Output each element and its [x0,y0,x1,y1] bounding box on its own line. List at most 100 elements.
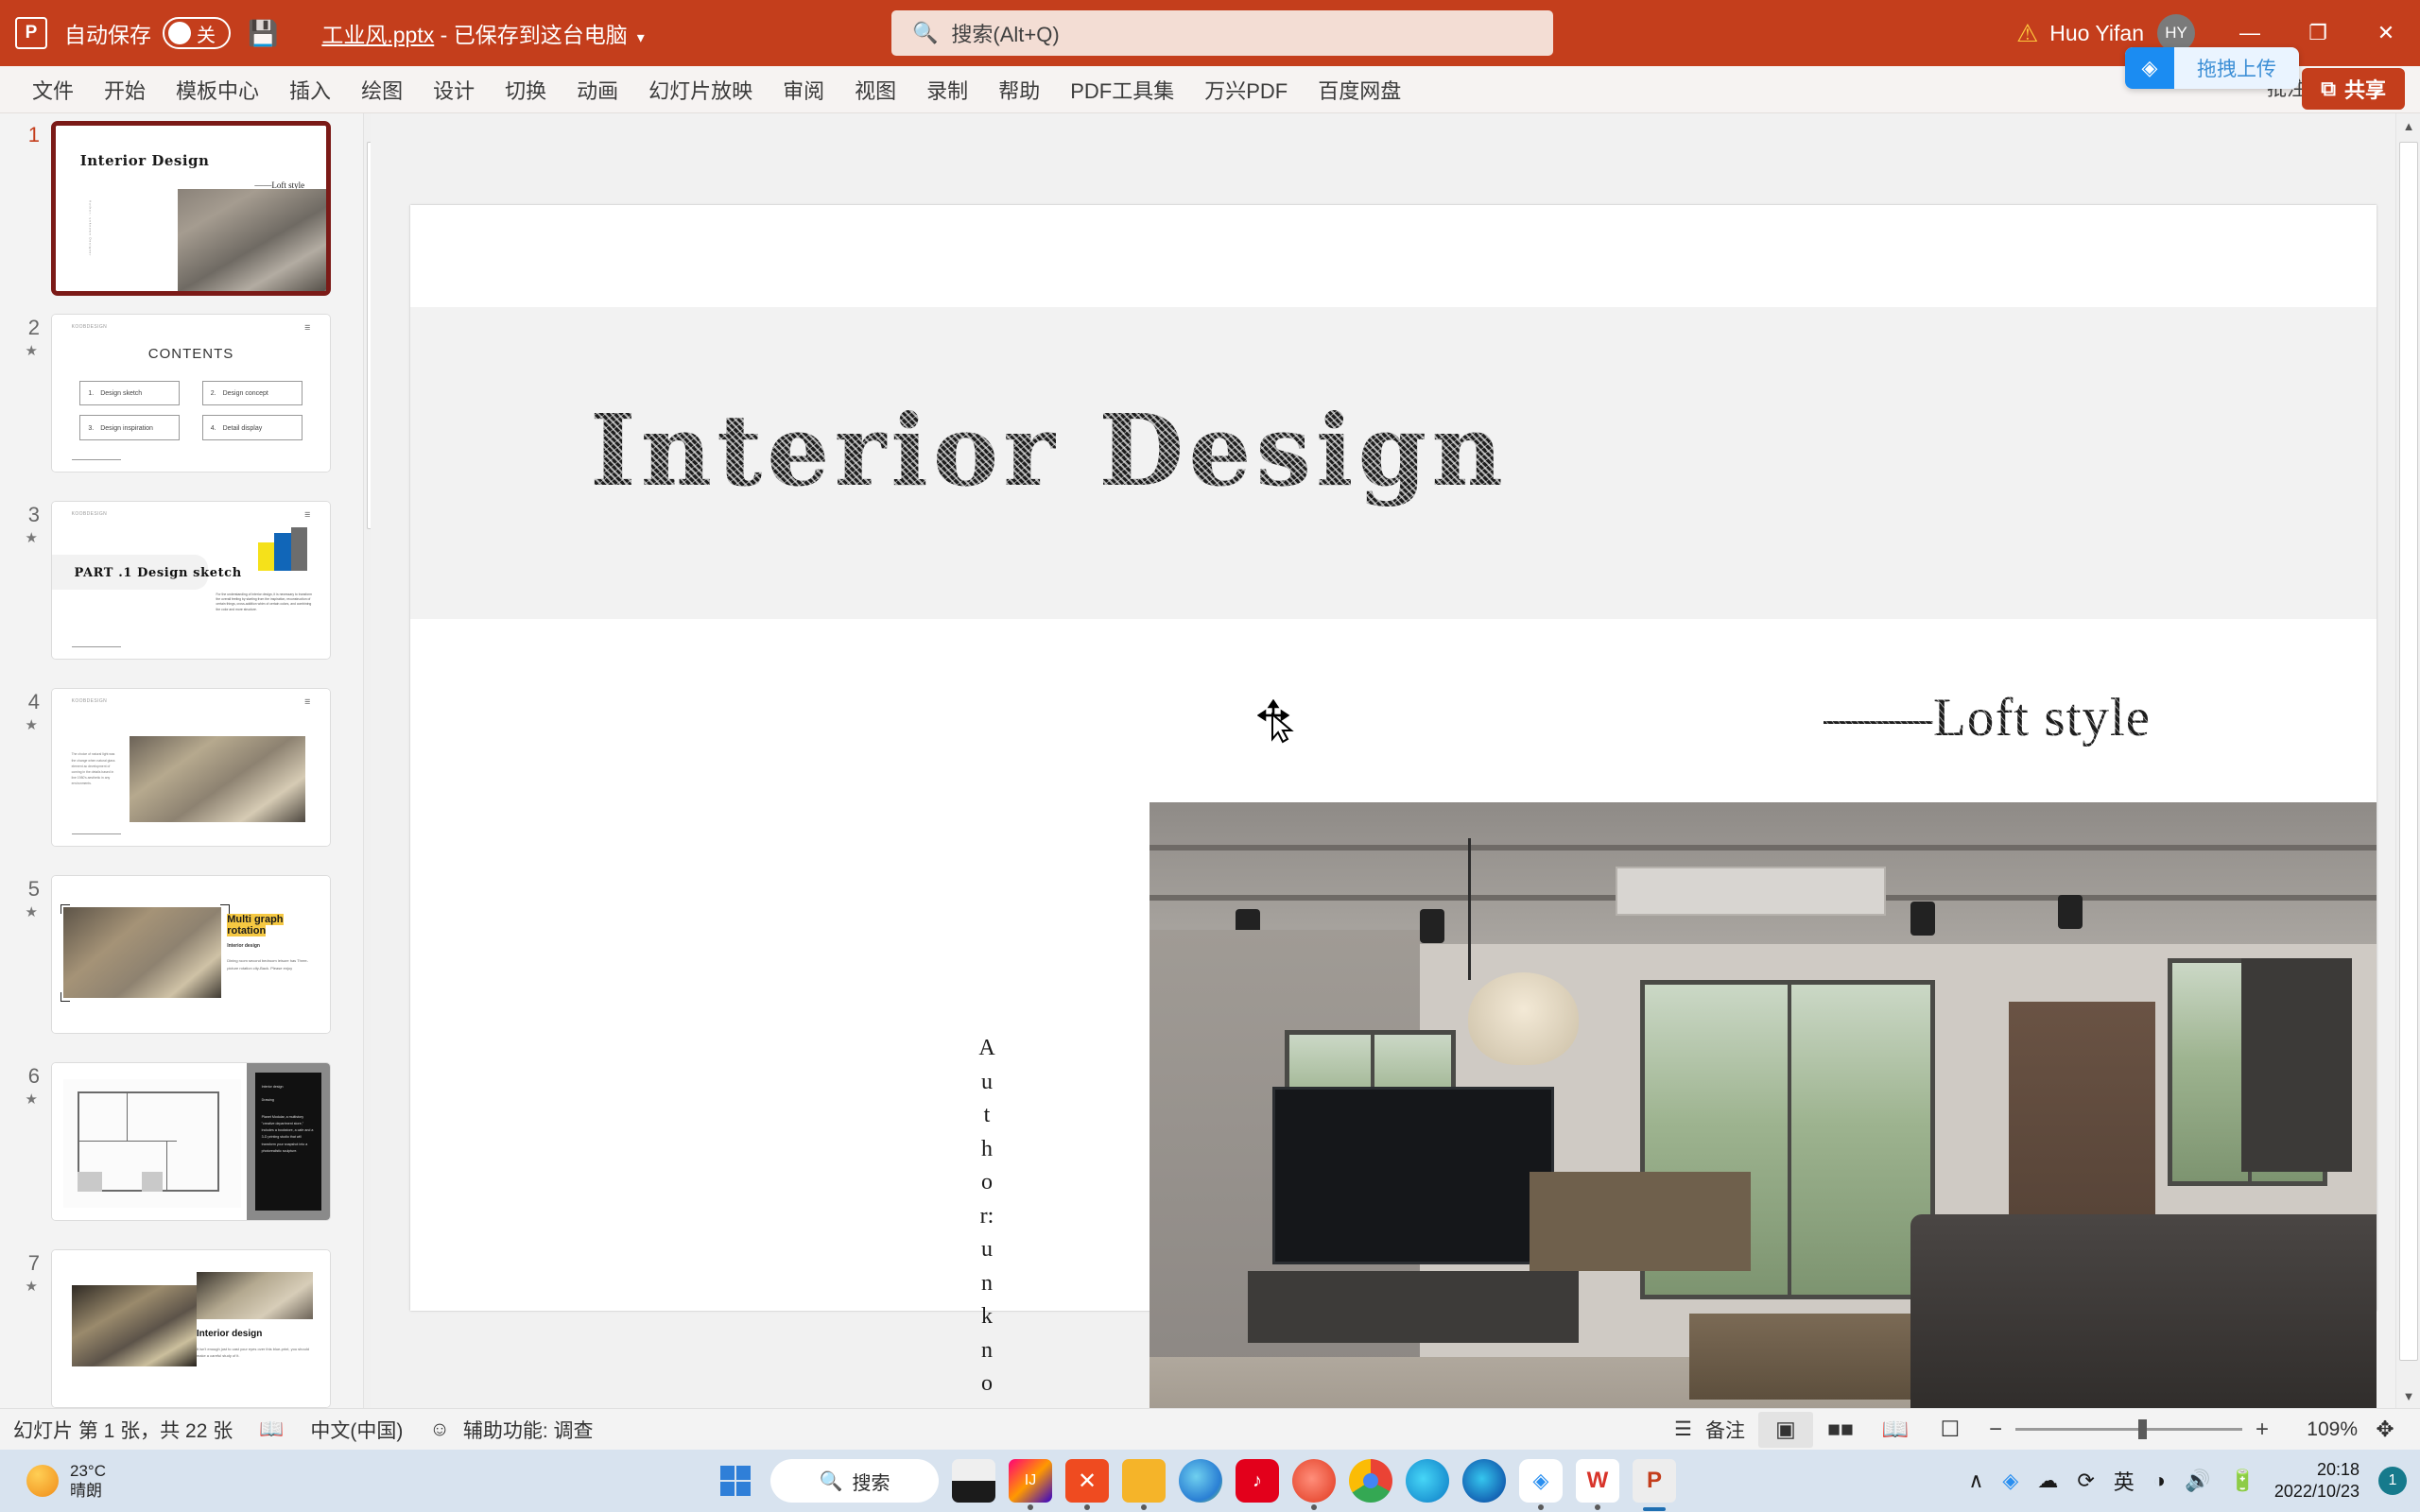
scroll-down-icon[interactable]: ▼ [364,1383,372,1408]
task-view-icon[interactable] [952,1459,995,1503]
accessibility-status[interactable]: 辅助功能: 调查 [463,1416,607,1444]
document-title[interactable]: 工业风.pptx - 已保存到这台电脑 ▾ [321,17,644,49]
tab-transitions[interactable]: 切换 [490,69,562,111]
warning-icon[interactable]: ⚠ [2016,19,2038,48]
canvas-scrollbar[interactable]: ▲ ▼ [2395,113,2420,1408]
tab-file[interactable]: 文件 [17,69,89,111]
zoom-knob[interactable] [2137,1419,2147,1439]
avatar[interactable]: HY [2157,14,2195,52]
thumbnail-image[interactable]: Multi graph rotation Interior design Din… [51,875,331,1034]
running-dot [1141,1504,1147,1510]
slide-subtitle[interactable]: ——Loft style [1824,687,2152,748]
tab-view[interactable]: 视图 [839,69,911,111]
slideshow-button[interactable]: ☐ [1923,1412,1978,1448]
zoom-slider[interactable]: − + [1989,1417,2269,1443]
thumbnail-slide-7[interactable]: 7 ★ Interior design It isn't enough just… [0,1249,371,1408]
tab-review[interactable]: 审阅 [768,69,839,111]
zoom-out-button[interactable]: − [1989,1417,2002,1443]
thumbnail-image[interactable]: KOOBDESIGN ☰ PART .1 Design sketch For t… [51,501,331,660]
drag-upload-overlay[interactable]: ◈ 拖拽上传 [2125,47,2299,89]
zoom-level[interactable]: 109% [2290,1418,2358,1441]
chrome-icon[interactable] [1349,1459,1392,1503]
intellij-idea-icon[interactable]: IJ [1009,1459,1052,1510]
scrollbar-thumb[interactable] [367,142,371,529]
tab-home[interactable]: 开始 [89,69,161,111]
mini-title: PART .1 Design sketch [74,566,242,581]
onedrive-icon[interactable]: ☁ [2037,1469,2058,1493]
share-button[interactable]: ⧉ 共享 [2302,68,2405,110]
reading-view-button[interactable]: 📖 [1868,1412,1923,1448]
tray-chevron-icon[interactable]: ∧ [1968,1469,1983,1493]
baidu-netdisk-icon[interactable]: ◈ [1519,1459,1563,1510]
clock[interactable]: 20:18 2022/10/23 [2274,1459,2360,1503]
notes-button[interactable]: 备注 [1705,1416,1758,1444]
windows-start-icon[interactable] [714,1459,757,1503]
weather-widget[interactable]: 23°C 晴朗 [26,1461,106,1502]
baidu-netdisk-tray-icon[interactable]: ◈ [2002,1469,2018,1493]
normal-view-button[interactable]: ▣ [1757,1411,1813,1448]
language-indicator[interactable]: 中文(中国) [297,1416,416,1444]
tab-draw[interactable]: 绘图 [346,69,418,111]
save-icon[interactable]: 💾 [248,19,278,48]
volume-icon[interactable]: 🔊 [2185,1469,2210,1493]
tab-wondershare-pdf[interactable]: 万兴PDF [1189,69,1303,111]
edge-dev-icon[interactable] [1406,1459,1449,1503]
tab-slideshow[interactable]: 幻灯片放映 [633,69,768,111]
fit-to-window-button[interactable]: ✥ [2358,1412,2412,1448]
search-input[interactable]: 🔍 搜索(Alt+Q) [891,10,1553,56]
taskbar-search[interactable]: 🔍 搜索 [770,1459,939,1503]
scroll-up-icon[interactable]: ▲ [2396,113,2420,138]
thumbnail-image[interactable]: Interior design It isn't enough just to … [51,1249,331,1408]
close-button[interactable]: ✕ [2352,0,2420,66]
spellcheck-icon[interactable]: 📖 [246,1418,297,1441]
thumbnail-image[interactable]: KOOBDESIGN ☰ CONTENTS 1. Design sketch 2… [51,314,331,472]
edge-icon[interactable] [1462,1459,1506,1503]
thumbnail-scrollbar[interactable]: ▲ ▼ [363,113,371,1408]
user-name[interactable]: Huo Yifan [2049,21,2144,46]
thumbnail-slide-3[interactable]: 3 ★ KOOBDESIGN ☰ PART .1 Design sketch F… [0,501,371,660]
sync-icon[interactable]: ⟳ [2077,1469,2094,1493]
zoom-track[interactable] [2014,1419,2242,1439]
tab-pdf-toolkit[interactable]: PDF工具集 [1055,69,1189,111]
thumbnail-slide-6[interactable]: 6 ★ Interior design Drawing Planet Modul… [0,1062,371,1221]
tab-template-center[interactable]: 模板中心 [161,69,274,111]
tab-insert[interactable]: 插入 [274,69,346,111]
wps-office-icon[interactable]: W [1576,1459,1619,1510]
tab-animations[interactable]: 动画 [562,69,633,111]
mini-photo [177,188,326,291]
tab-baidu-netdisk[interactable]: 百度网盘 [1303,69,1416,111]
scroll-up-icon[interactable]: ▲ [364,113,372,138]
slide-sorter-button[interactable]: ■■ [1813,1412,1868,1448]
thumbnail-slide-5[interactable]: 5 ★ Multi graph rotation Interior design… [0,875,371,1034]
scroll-down-icon[interactable]: ▼ [2396,1383,2420,1408]
slide-counter[interactable]: 幻灯片 第 1 张，共 22 张 [0,1416,246,1444]
thumbnail-slide-1[interactable]: 1 Interior Design ——Loft style Author: u… [0,121,371,296]
app-red-swirl-icon[interactable] [1292,1459,1336,1510]
zoom-in-button[interactable]: + [2256,1417,2269,1443]
tab-help[interactable]: 帮助 [983,69,1055,111]
scrollbar-thumb[interactable] [2399,142,2418,1361]
ime-indicator[interactable]: 英 [2114,1466,2135,1496]
thumbnail-image[interactable]: Interior Design ——Loft style Author: unk… [51,121,331,296]
thumbnail-image[interactable]: Interior design Drawing Planet Modular, … [51,1062,331,1221]
battery-charging-icon[interactable]: 🔋 [2230,1469,2256,1493]
tab-design[interactable]: 设计 [418,69,490,111]
slide-photo[interactable] [1150,802,2377,1512]
powerpoint-icon[interactable]: P [1633,1459,1676,1511]
netease-music-icon[interactable]: ♪ [1236,1459,1279,1503]
notification-badge[interactable]: 1 [2378,1467,2407,1495]
tab-record[interactable]: 录制 [911,69,983,111]
thumbnail-slide-4[interactable]: 4 ★ KOOBDESIGN ☰ The choice of natural l… [0,688,371,847]
xmind-icon[interactable]: ✕ [1065,1459,1109,1510]
slide-thumbnail-panel[interactable]: 1 Interior Design ——Loft style Author: u… [0,113,371,1408]
wifi-icon[interactable]: ◑ [2153,1469,2166,1493]
thumbnail-image[interactable]: KOOBDESIGN ☰ The choice of natural light… [51,688,331,847]
app-blue-swirl-icon[interactable] [1179,1459,1222,1503]
thumbnail-slide-2[interactable]: 2 ★ KOOBDESIGN ☰ CONTENTS 1. Design sket… [0,314,371,472]
autosave-toggle[interactable]: 关 [163,17,231,49]
mini-footer-rule [71,833,122,835]
current-slide[interactable]: Interior Design ——Loft style A u t h o r… [410,205,2377,1512]
chevron-down-icon[interactable]: ▾ [637,30,645,46]
slide-title[interactable]: Interior Design [590,392,1508,508]
file-explorer-icon[interactable] [1122,1459,1166,1510]
